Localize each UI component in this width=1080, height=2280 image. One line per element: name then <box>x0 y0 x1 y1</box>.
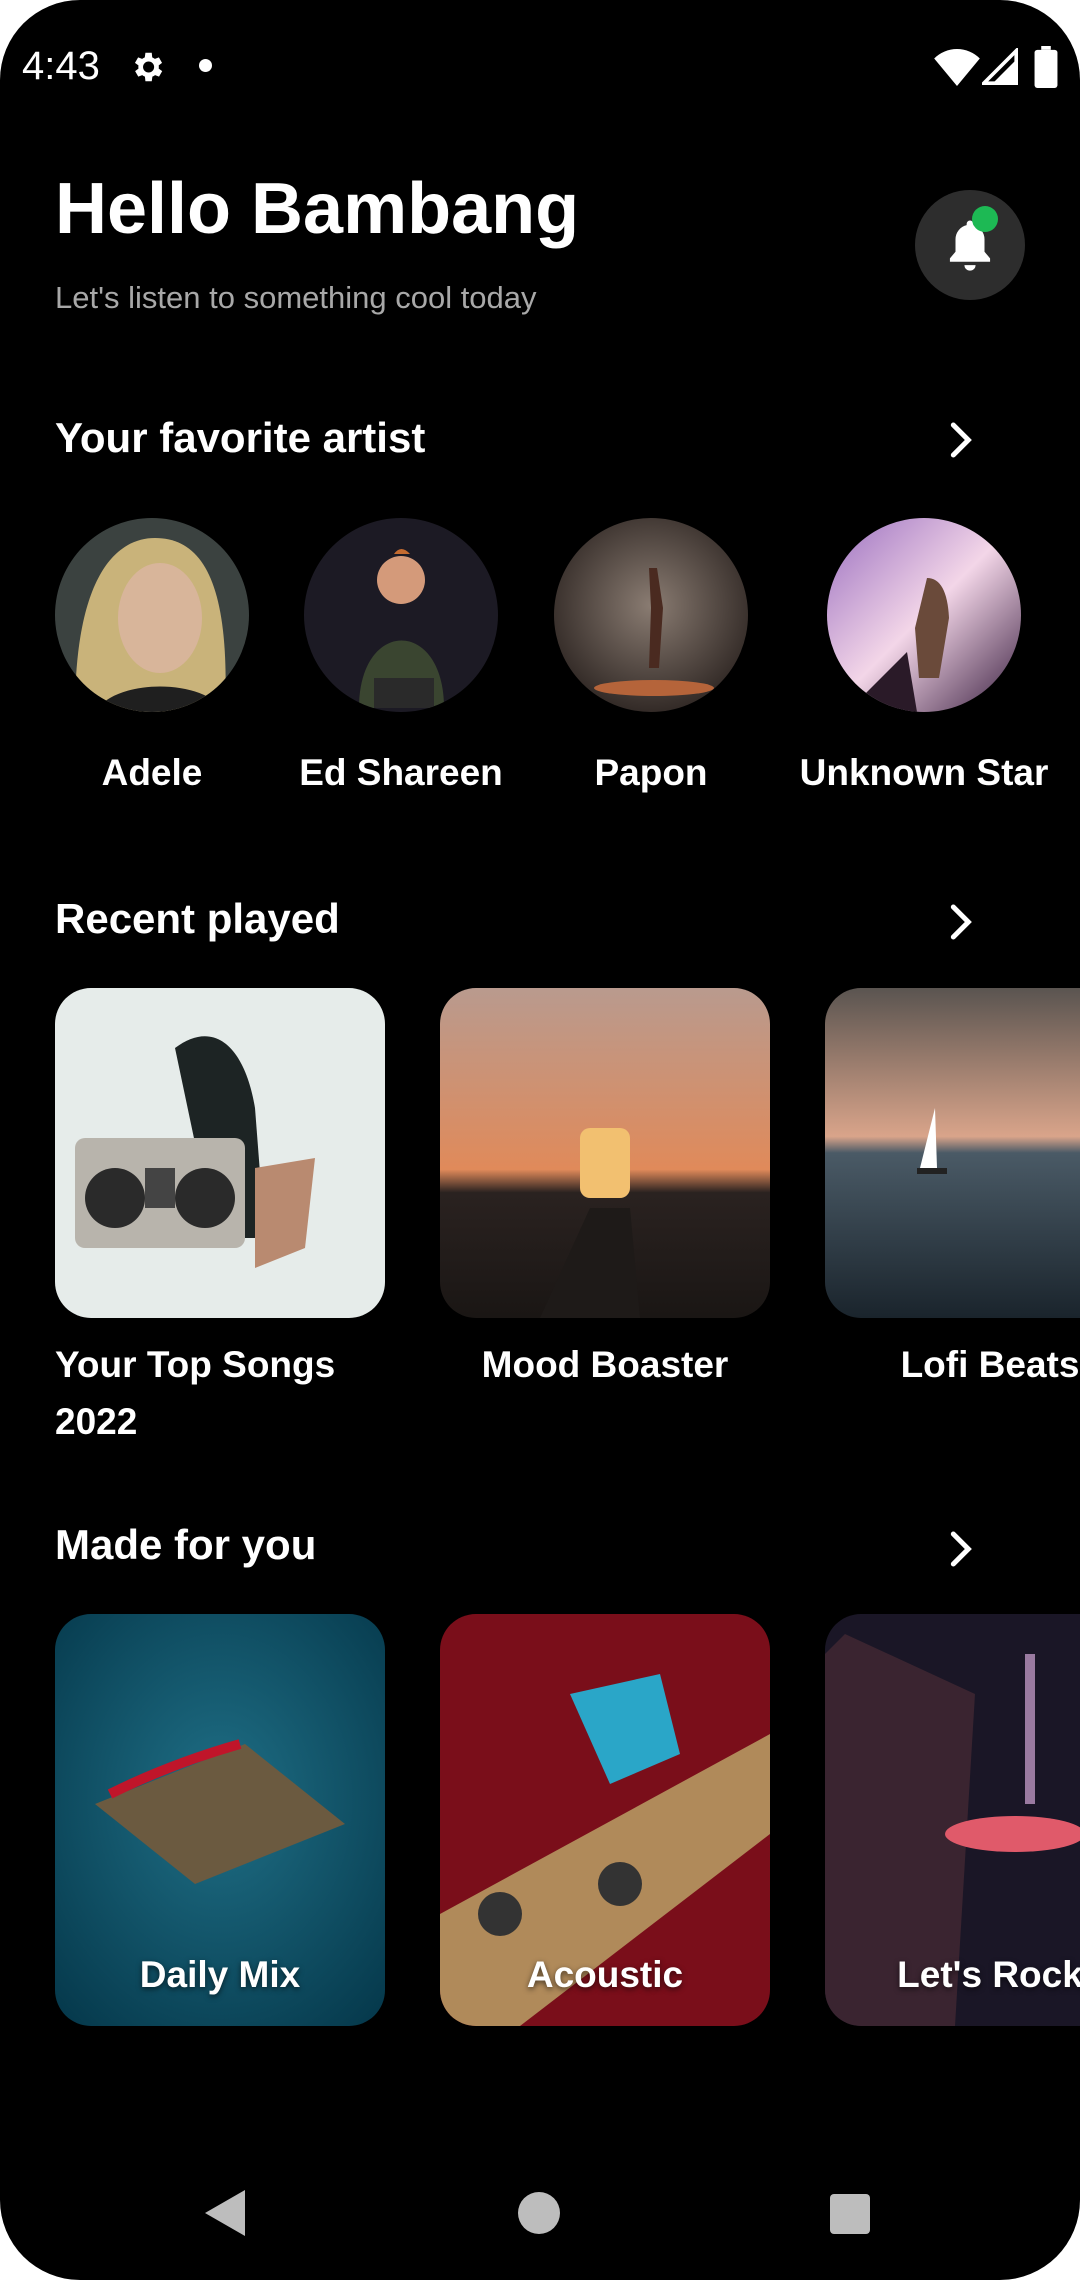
artist-avatar-unknown-star[interactable] <box>827 518 1021 712</box>
recent-card-title: Mood Boaster <box>481 1344 729 1385</box>
recent-card-title: Your Top Songs 2022 <box>55 1344 336 1442</box>
notification-badge <box>972 206 998 232</box>
back-icon[interactable] <box>205 2190 245 2236</box>
playlist-card-acoustic[interactable]: Acoustic <box>440 1614 770 2026</box>
cellular-signal-icon <box>982 48 1018 85</box>
status-bar: 4:43 <box>0 0 1080 140</box>
notifications-button[interactable] <box>915 190 1025 300</box>
artist-avatar-papon[interactable] <box>554 518 748 712</box>
recent-card-title: Lofi Beats <box>900 1344 1080 1385</box>
playlist-card-lets-rock[interactable]: Let's Rock <box>825 1614 1080 2026</box>
playlist-title: Let's Rock <box>897 1954 1080 1995</box>
playlist-title: Acoustic <box>526 1954 684 1995</box>
chevron-right-icon[interactable] <box>940 420 980 460</box>
system-navigation-bar <box>0 2150 1080 2280</box>
chevron-right-icon[interactable] <box>940 902 980 942</box>
recent-card-lofi-beats[interactable] <box>825 988 1080 1318</box>
chevron-right-icon[interactable] <box>940 1529 980 1569</box>
notification-dot-icon <box>199 59 212 72</box>
greeting-title: Hello Bambang <box>55 169 580 249</box>
battery-icon <box>1034 46 1058 88</box>
recents-icon[interactable] <box>830 2194 870 2234</box>
artist-avatar-adele[interactable] <box>55 518 249 712</box>
status-time: 4:43 <box>22 44 100 88</box>
section-title-made-for-you: Made for you <box>55 1521 317 1568</box>
recent-card-mood-boaster[interactable] <box>440 988 770 1318</box>
artist-name: Papon <box>594 752 708 793</box>
greeting-subtitle: Let's listen to something cool today <box>55 280 537 315</box>
artist-name: Unknown Star <box>799 752 1049 793</box>
playlist-card-daily-mix[interactable]: Daily Mix <box>55 1614 385 2026</box>
screen: 4:43 Hello Bambang Let's listen to somet… <box>0 0 1080 2280</box>
artist-name: Adele <box>101 752 203 793</box>
wifi-icon <box>934 49 980 86</box>
section-title-recent-played: Recent played <box>55 895 340 942</box>
playlist-title: Daily Mix <box>139 1954 301 1995</box>
section-title-favorite-artist: Your favorite artist <box>55 414 426 461</box>
gear-icon <box>134 52 163 82</box>
recent-card-top-songs[interactable] <box>55 988 385 1318</box>
artist-avatar-ed-shareen[interactable] <box>304 518 498 712</box>
home-icon[interactable] <box>518 2192 560 2234</box>
artist-name: Ed Shareen <box>299 752 503 793</box>
